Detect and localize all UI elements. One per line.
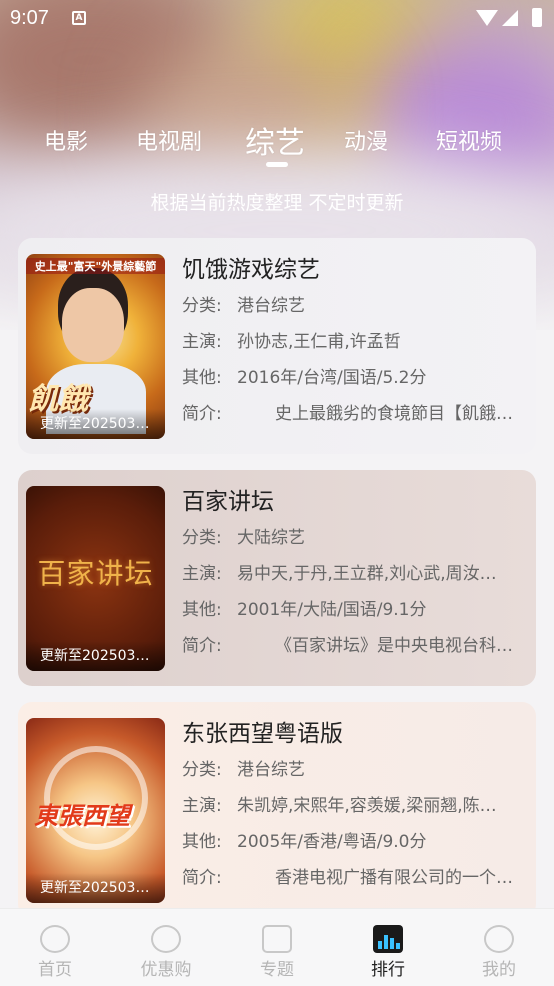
nav-home[interactable]: 首页 <box>0 909 110 986</box>
category-tabs: 电影 电视剧 综艺 动漫 短视频 <box>0 118 554 178</box>
battery-icon <box>532 8 542 27</box>
intro-label: 简介: <box>182 868 222 888</box>
update-badge: 更新至202503… <box>26 641 165 671</box>
update-badge: 更新至202503… <box>26 873 165 903</box>
cast-label: 主演: <box>182 796 222 816</box>
category-value: 港台综艺 <box>237 760 305 780</box>
home-icon <box>40 925 70 953</box>
poster-image: 百家讲坛 更新至202503… <box>26 486 165 671</box>
other-label: 其他: <box>182 600 222 620</box>
intro-label: 简介: <box>182 404 222 424</box>
item-title: 饥饿游戏综艺 <box>182 257 320 283</box>
category-label: 分类: <box>182 296 222 316</box>
poster-top-text: 史上最"富天"外景綜藝節 <box>26 258 165 274</box>
category-value: 港台综艺 <box>237 296 305 316</box>
wifi-icon <box>476 10 498 26</box>
intro-label: 简介: <box>182 636 222 656</box>
tab-anime[interactable]: 动漫 <box>344 124 388 156</box>
cast-value: 易中天,于丹,王立群,刘心武,周汝… <box>237 564 497 584</box>
intro-value: 《百家讲坛》是中央电视台科… <box>275 636 513 656</box>
category-label: 分类: <box>182 528 222 548</box>
active-tab-indicator <box>266 162 288 167</box>
other-value: 2001年/大陆/国语/9.1分 <box>237 600 427 620</box>
nav-topic[interactable]: 专题 <box>222 909 332 986</box>
list-item[interactable]: 東張西望 更新至202503… 东张西望粤语版 分类: 港台综艺 主演: 朱凯婷,宋… <box>18 702 536 918</box>
other-label: 其他: <box>182 832 222 852</box>
rank-icon <box>373 925 403 953</box>
profile-icon <box>484 925 514 953</box>
nav-label: 优惠购 <box>140 960 192 980</box>
signal-icon <box>502 10 518 26</box>
category-label: 分类: <box>182 760 222 780</box>
poster-title-text: 東張西望 <box>34 802 130 830</box>
tab-variety[interactable]: 综艺 <box>245 118 305 162</box>
bottom-navigation: 首页 优惠购 专题 排行 我的 <box>0 908 554 986</box>
tab-movie[interactable]: 电影 <box>44 124 88 156</box>
discount-icon <box>151 925 181 953</box>
item-title: 东张西望粤语版 <box>182 721 343 747</box>
item-title: 百家讲坛 <box>182 489 274 515</box>
tab-short-video[interactable]: 短视频 <box>436 124 502 156</box>
list-item[interactable]: 史上最"富天"外景綜藝節 飢餓 更新至202503… 饥饿游戏综艺 分类: 港台综… <box>18 238 536 454</box>
page-subtitle: 根据当前热度整理 不定时更新 <box>150 192 404 214</box>
status-time: 9:07 <box>10 7 49 29</box>
nav-rank[interactable]: 排行 <box>333 909 443 986</box>
poster-image: 東張西望 更新至202503… <box>26 718 165 903</box>
other-value: 2016年/台湾/国语/5.2分 <box>237 368 427 388</box>
tab-tv-series[interactable]: 电视剧 <box>136 124 202 156</box>
nav-label: 我的 <box>482 960 516 980</box>
update-badge: 更新至202503… <box>26 409 165 439</box>
intro-value: 香港电视广播有限公司的一个… <box>275 868 513 888</box>
status-bar: 9:07 A <box>0 0 554 38</box>
topic-icon <box>262 925 292 953</box>
nav-discount[interactable]: 优惠购 <box>111 909 221 986</box>
cast-label: 主演: <box>182 332 222 352</box>
category-value: 大陆综艺 <box>237 528 305 548</box>
cast-value: 朱凯婷,宋熙年,容羡媛,梁丽翘,陈… <box>237 796 497 816</box>
nav-label: 排行 <box>371 960 405 980</box>
poster-image: 史上最"富天"外景綜藝節 飢餓 更新至202503… <box>26 254 165 439</box>
intro-value: 史上最餓劣的食境節目【飢餓… <box>275 404 513 424</box>
nav-label: 专题 <box>260 960 294 980</box>
poster-title-text: 百家讲坛 <box>37 557 154 590</box>
other-value: 2005年/香港/粤语/9.0分 <box>237 832 427 852</box>
list-item[interactable]: 百家讲坛 更新至202503… 百家讲坛 分类: 大陆综艺 主演: 易中天,于丹,王… <box>18 470 536 686</box>
notification-icon: A <box>72 11 86 25</box>
nav-label: 首页 <box>38 960 72 980</box>
cast-label: 主演: <box>182 564 222 584</box>
other-label: 其他: <box>182 368 222 388</box>
nav-profile[interactable]: 我的 <box>444 909 554 986</box>
cast-value: 孙协志,王仁甫,许孟哲 <box>237 332 401 352</box>
